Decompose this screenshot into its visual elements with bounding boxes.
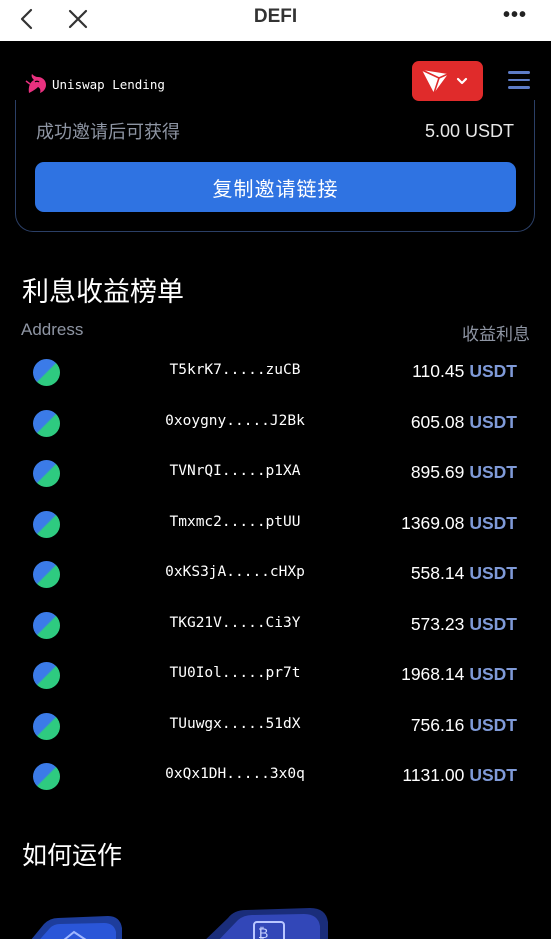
amount-value: 1369.08 [401,512,465,533]
amount-value: 110.45 [412,361,465,381]
avatar [33,561,60,588]
row-amount: 1131.00 USDT [402,765,517,786]
hamburger-menu-icon[interactable] [508,71,530,91]
svg-text:₿: ₿ [258,926,268,939]
logo-text: Uniswap Lending [52,76,165,92]
avatar [33,460,60,487]
amount-unit: USDT [469,563,517,583]
row-amount: 1968.14 USDT [401,664,517,685]
webview-topbar: DEFI ••• [0,0,551,41]
column-income: 收益利息 [462,325,530,344]
ranking-row: TUuwgx.....51dX 756.16 USDT [0,700,551,751]
amount-unit: USDT [469,512,517,533]
amount-unit: USDT [469,664,517,684]
amount-value: 1131.00 [402,765,465,785]
unicorn-logo-icon [25,74,46,93]
row-address: Tmxmc2.....ptUU [169,513,301,530]
row-address: 0xoygny.....J2Bk [165,412,305,429]
reward-label: 成功邀请后可获得 [36,122,180,142]
avatar [33,662,60,689]
ranking-list: T5krK7.....zuCB 110.45 USDT 0xoygny.....J… [0,346,551,801]
ranking-row: Tmxmc2.....ptUU 1369.08 USDT [0,498,551,549]
amount-value: 895.69 [410,462,465,482]
copy-invite-link-button[interactable]: 复制邀请链接 [35,162,516,212]
how-it-works-title: 如何运作 [22,842,123,870]
amount-unit: USDT [469,765,517,785]
row-amount: 605.08 USDT [411,412,517,433]
amount-value: 558.14 [410,563,465,583]
chevron-down-icon [456,77,468,85]
amount-unit: USDT [469,462,517,482]
row-address: TUuwgx.....51dX [169,715,301,732]
amount-value: 573.23 [410,613,465,634]
ranking-row: TKG21V.....Ci3Y 573.23 USDT [0,599,551,650]
row-amount: 573.23 USDT [411,614,517,635]
row-address: 0xQx1DH.....3x0q [165,766,305,782]
amount-unit: USDT [469,411,517,432]
avatar [33,763,60,790]
more-options-icon[interactable]: ••• [503,4,527,27]
page-title: DEFI [253,6,298,27]
column-address: Address [21,320,84,339]
reward-value: 5.00 USDT [424,120,514,141]
row-address: TU0Iol.....pr7t [169,665,301,681]
row-amount: 558.14 USDT [411,563,517,584]
row-amount: 895.69 USDT [411,462,517,483]
app-logo[interactable]: Uniswap Lending [24,71,165,97]
amount-unit: USDT [469,714,517,735]
row-address: T5krK7.....zuCB [169,362,301,378]
amount-unit: USDT [469,613,517,634]
step-illustration: ₿ [206,908,328,939]
avatar [33,409,60,437]
avatar [33,712,60,740]
ranking-row: TU0Iol.....pr7t 1968.14 USDT [0,649,551,700]
amount-value: 605.08 [410,411,465,432]
row-amount: 756.16 USDT [411,715,517,736]
row-address: TVNrQI.....p1XA [169,463,301,479]
amount-value: 756.16 [410,714,465,735]
invite-card: 成功邀请后可获得 5.00 USDT 复制邀请链接 [15,100,535,232]
ranking-row: T5krK7.....zuCB 110.45 USDT [0,346,551,397]
avatar [33,510,60,538]
row-amount: 1369.08 USDT [401,513,517,534]
reward-row: 成功邀请后可获得 5.00 USDT [36,118,514,144]
ranking-row: 0xQx1DH.....3x0q 1131.00 USDT [0,750,551,801]
avatar [33,359,60,386]
ranking-title: 利息收益榜单 [22,277,184,307]
step-illustration [31,916,122,939]
chain-selector-button[interactable] [412,61,483,101]
avatar [33,611,60,639]
row-amount: 110.45 USDT [412,361,517,382]
amount-value: 1968.14 [401,664,465,684]
tron-icon [421,69,449,94]
amount-unit: USDT [469,361,517,381]
row-address: 0xKS3jA.....cHXp [165,564,305,580]
ranking-row: TVNrQI.....p1XA 895.69 USDT [0,447,551,498]
row-address: TKG21V.....Ci3Y [169,614,301,631]
ranking-row: 0xoygny.....J2Bk 605.08 USDT [0,397,551,448]
ranking-row: 0xKS3jA.....cHXp 558.14 USDT [0,548,551,599]
ranking-header: Address 收益利息 [21,320,530,345]
